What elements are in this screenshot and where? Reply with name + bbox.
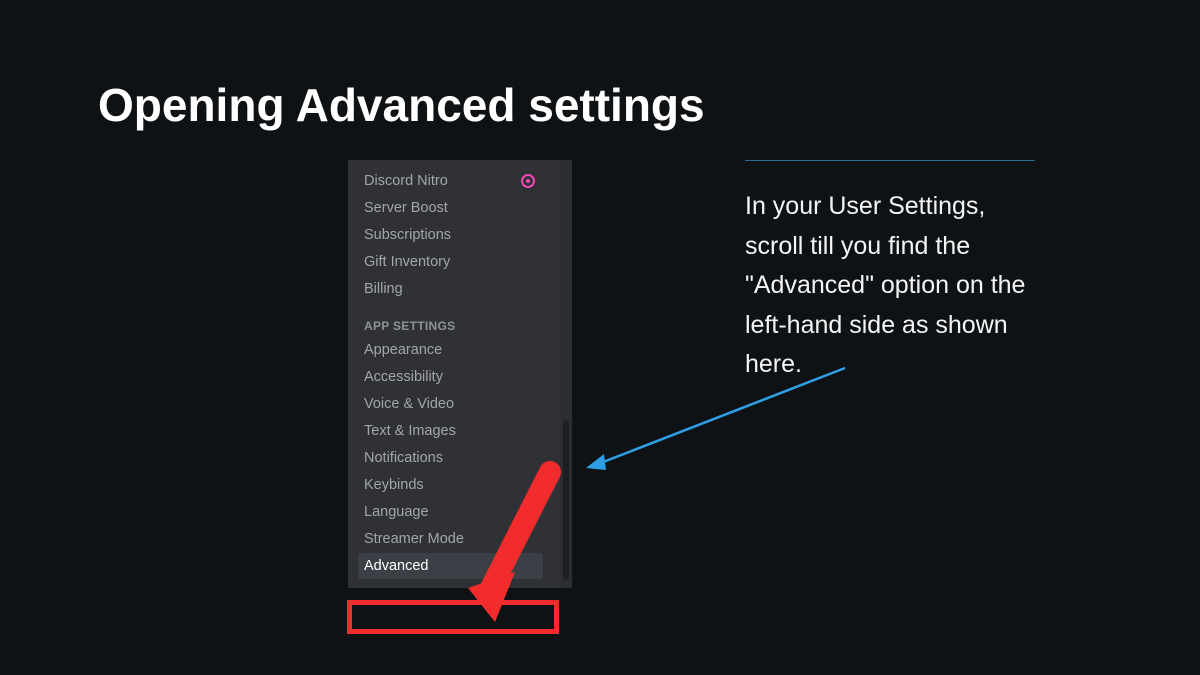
sidebar-item-subscriptions[interactable]: Subscriptions (358, 222, 543, 248)
scrollbar[interactable] (560, 160, 572, 588)
sidebar-item-keybinds[interactable]: Keybinds (358, 472, 543, 498)
instruction-text: In your User Settings, scroll till you f… (745, 187, 1035, 385)
sidebar-item-label: Accessibility (364, 369, 443, 385)
sidebar-item-advanced[interactable]: Advanced (358, 553, 543, 579)
sidebar-item-label: Keybinds (364, 477, 424, 493)
sidebar-item-language[interactable]: Language (358, 499, 543, 525)
sidebar-item-billing[interactable]: Billing (358, 276, 543, 302)
section-header-app-settings: APP SETTINGS (358, 303, 543, 337)
scrollbar-thumb[interactable] (563, 420, 569, 580)
settings-sidebar: Discord Nitro Server Boost Subscriptions… (348, 160, 543, 588)
sidebar-item-label: Advanced (364, 558, 429, 574)
sidebar-item-label: Notifications (364, 450, 443, 466)
sidebar-item-label: Appearance (364, 342, 442, 358)
sidebar-item-accessibility[interactable]: Accessibility (358, 364, 543, 390)
sidebar-item-appearance[interactable]: Appearance (358, 337, 543, 363)
instruction-panel: In your User Settings, scroll till you f… (745, 160, 1035, 385)
sidebar-item-voice-video[interactable]: Voice & Video (358, 391, 543, 417)
red-highlight-box (347, 600, 559, 634)
sidebar-item-label: Text & Images (364, 423, 456, 439)
sidebar-item-label: Streamer Mode (364, 531, 464, 547)
divider (745, 160, 1035, 161)
sidebar-item-gift-inventory[interactable]: Gift Inventory (358, 249, 543, 275)
sidebar-item-label: Subscriptions (364, 227, 451, 243)
sidebar-item-label: Server Boost (364, 200, 448, 216)
sidebar-item-discord-nitro[interactable]: Discord Nitro (358, 168, 543, 194)
sidebar-item-notifications[interactable]: Notifications (358, 445, 543, 471)
sidebar-item-label: Billing (364, 281, 403, 297)
sidebar-item-label: Voice & Video (364, 396, 454, 412)
slide-title: Opening Advanced settings (98, 78, 705, 132)
sidebar-item-streamer-mode[interactable]: Streamer Mode (358, 526, 543, 552)
sidebar-item-label: Gift Inventory (364, 254, 450, 270)
sidebar-item-server-boost[interactable]: Server Boost (358, 195, 543, 221)
sidebar-item-text-images[interactable]: Text & Images (358, 418, 543, 444)
sidebar-item-label: Discord Nitro (364, 173, 448, 189)
sidebar-item-label: Language (364, 504, 429, 520)
nitro-icon (521, 174, 535, 188)
discord-settings-screenshot: Discord Nitro Server Boost Subscriptions… (348, 160, 572, 588)
